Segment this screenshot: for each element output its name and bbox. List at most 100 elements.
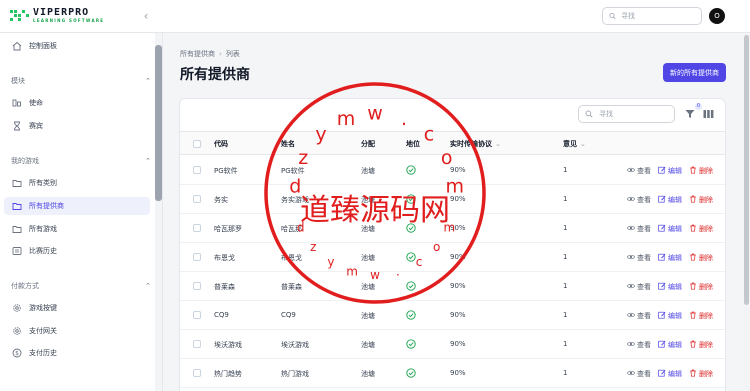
status-check-icon [406, 310, 416, 320]
user-avatar[interactable]: O [709, 8, 725, 24]
column-header-views[interactable]: 意见 ⌄ [563, 139, 586, 149]
delete-button[interactable]: 删除 [689, 282, 713, 292]
collapse-sidebar-button[interactable]: ‹ [140, 9, 152, 23]
page-scrollbar[interactable] [743, 33, 750, 391]
row-checkbox[interactable] [193, 282, 201, 290]
sidebar-item-mission[interactable]: 使命 [4, 94, 150, 112]
chevron-down-icon: ⌄ [495, 140, 501, 148]
trash-icon [689, 224, 699, 234]
filter-icon[interactable] [685, 109, 695, 119]
sidebar-scrollbar[interactable] [155, 33, 162, 391]
brand-logo[interactable]: VIPERPRO LEARNING SOFTWARE [10, 8, 104, 23]
row-checkbox[interactable] [193, 195, 201, 203]
edit-button[interactable]: 编辑 [658, 253, 682, 263]
edit-icon [658, 311, 668, 321]
cell-assign: 池塘 [361, 370, 375, 378]
column-header-rtp[interactable]: 实时传输协议 ⌄ [450, 139, 501, 149]
sidebar-item-all-categories[interactable]: 所有类别 [4, 174, 150, 192]
sidebar-item-label: 赛宾 [29, 122, 43, 130]
columns-toggle-icon[interactable] [703, 109, 714, 119]
view-button[interactable]: 查看 [626, 166, 651, 176]
status-check-icon [406, 194, 416, 204]
cell-code: PG软件 [214, 167, 238, 175]
new-provider-button[interactable]: 新的所有提供商 [663, 63, 726, 82]
row-checkbox[interactable] [193, 224, 201, 232]
page-scroll-thumb[interactable] [744, 35, 749, 305]
row-checkbox[interactable] [193, 369, 201, 377]
table-row[interactable]: CQ9 CQ9 池塘 90% 1 查看 编辑 删除 [180, 301, 725, 330]
breadcrumb-current: 列表 [225, 50, 240, 58]
edit-button[interactable]: 编辑 [658, 311, 682, 321]
column-header-assign[interactable]: 分配 [361, 139, 375, 149]
column-header-code[interactable]: 代码 [214, 139, 228, 149]
table-row[interactable]: 埃沃游戏 埃沃游戏 池塘 90% 1 查看 编辑 删除 [180, 330, 725, 359]
view-button[interactable]: 查看 [626, 369, 651, 379]
breadcrumb-link[interactable]: 所有提供商 [180, 50, 215, 58]
edit-button[interactable]: 编辑 [658, 195, 682, 205]
edit-button[interactable]: 编辑 [658, 340, 682, 350]
view-button[interactable]: 查看 [626, 224, 651, 234]
global-search-input[interactable] [621, 12, 701, 20]
search-icon [609, 12, 616, 20]
edit-button[interactable]: 编辑 [658, 282, 682, 292]
global-search[interactable] [602, 7, 702, 25]
search-icon [585, 110, 593, 118]
sidebar-item-all-providers[interactable]: 所有提供商 [4, 197, 150, 215]
cell-name: 埃沃游戏 [281, 341, 309, 349]
table-row[interactable]: 普莱森 普莱森 池塘 90% 1 查看 编辑 删除 [180, 272, 725, 301]
delete-button[interactable]: 删除 [689, 253, 713, 263]
svg-text:$: $ [15, 350, 19, 357]
table-row[interactable]: 务实 务实游戏 池塘 90% 1 查看 编辑 删除 [180, 185, 725, 214]
sidebar-item-all-games[interactable]: 所有游戏 [4, 220, 150, 238]
delete-button[interactable]: 删除 [689, 311, 713, 321]
sidebar-group-modules[interactable]: 模块 ⌃ [11, 75, 151, 87]
sidebar-item-match-history[interactable]: 比赛历史 [4, 242, 150, 260]
edit-button[interactable]: 编辑 [658, 224, 682, 234]
column-header-name[interactable]: 姓名 [281, 139, 295, 149]
logo-icon [10, 9, 30, 23]
view-button[interactable]: 查看 [626, 340, 651, 350]
sidebar-item-dashboard[interactable]: 控制面板 [4, 37, 150, 55]
row-checkbox[interactable] [193, 253, 201, 261]
sidebar-group-label: 我的游戏 [11, 157, 39, 165]
cell-assign: 池塘 [361, 312, 375, 320]
sidebar-item-match[interactable]: 赛宾 [4, 117, 150, 135]
delete-button[interactable]: 删除 [689, 195, 713, 205]
table-row[interactable]: 布恩戈 布恩戈 池塘 90% 1 查看 编辑 删除 [180, 243, 725, 272]
list-icon [11, 246, 22, 257]
row-checkbox[interactable] [193, 311, 201, 319]
cell-views: 1 [563, 224, 568, 232]
sidebar-item-payment-history[interactable]: $ 支付历史 [4, 344, 150, 362]
delete-button[interactable]: 删除 [689, 369, 713, 379]
table-search[interactable] [578, 105, 675, 123]
table-row[interactable]: 热门趋势 热门游戏 池塘 90% 1 查看 编辑 删除 [180, 359, 725, 388]
sidebar-group-payments[interactable]: 付款方式 ⌃ [11, 280, 151, 292]
view-button[interactable]: 查看 [626, 195, 651, 205]
cell-rtp: 90% [450, 282, 466, 290]
table-row[interactable]: PG软件 PG软件 池塘 90% 1 查看 编辑 删除 [180, 156, 725, 185]
sidebar-item-game-keys[interactable]: 游戏按键 [4, 299, 150, 317]
edit-button[interactable]: 编辑 [658, 369, 682, 379]
delete-button[interactable]: 删除 [689, 224, 713, 234]
view-button[interactable]: 查看 [626, 253, 651, 263]
sidebar-scroll-thumb[interactable] [155, 45, 162, 201]
view-button[interactable]: 查看 [626, 311, 651, 321]
view-button[interactable]: 查看 [626, 282, 651, 292]
column-header-status[interactable]: 地位 [406, 139, 420, 149]
row-checkbox[interactable] [193, 166, 201, 174]
table-search-input[interactable] [599, 110, 674, 118]
brand-subtitle: LEARNING SOFTWARE [33, 18, 105, 23]
cell-code: CQ9 [214, 311, 229, 319]
sidebar-group-my-games[interactable]: 我的游戏 ⌃ [11, 155, 151, 167]
delete-button[interactable]: 删除 [689, 166, 713, 176]
row-checkbox[interactable] [193, 340, 201, 348]
delete-button[interactable]: 删除 [689, 340, 713, 350]
edit-icon [658, 282, 668, 292]
dollar-icon: $ [11, 348, 22, 359]
sidebar-item-payment-gateway[interactable]: 支付网关 [4, 322, 150, 340]
table-row[interactable]: 哈瓦那罗 哈瓦那 池塘 90% 1 查看 编辑 删除 [180, 214, 725, 243]
select-all-checkbox[interactable] [193, 140, 201, 148]
edit-button[interactable]: 编辑 [658, 166, 682, 176]
cell-rtp: 90% [450, 253, 466, 261]
eye-icon [626, 369, 637, 379]
